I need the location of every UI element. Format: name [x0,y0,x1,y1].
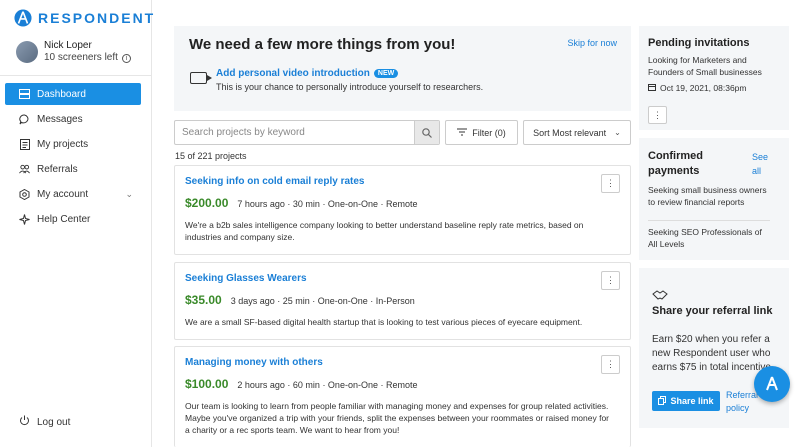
filter-icon [457,128,468,138]
sidebar-item-label: My projects [37,138,89,150]
info-icon[interactable]: i [121,53,131,63]
confirmed-payment-item[interactable]: Seeking SEO Professionals of All Levels [648,226,773,250]
referral-text: Earn $20 when you refer a new Respondent… [652,334,771,373]
project-meta: 7 hours ago · 30 min · One-on-One · Remo… [237,199,418,209]
share-link-button[interactable]: Share link [652,391,720,411]
video-intro-subtitle: This is your chance to personally introd… [216,82,484,92]
logout-label: Log out [37,416,71,428]
project-card[interactable]: Seeking info on cold email reply rates ⋮… [174,165,631,255]
calendar-icon [648,83,656,93]
project-title[interactable]: Seeking Glasses Wearers [185,273,307,284]
referral-title: Share your referral link [652,305,773,317]
project-description: We're a b2b sales intelligence company l… [185,220,584,242]
account-icon [19,188,30,200]
avatar [16,41,38,63]
sort-dropdown[interactable]: Sort Most relevant ⌄ [523,120,631,145]
sort-label: Sort Most relevant [533,127,607,138]
pending-date: Oct 19, 2021, 08:36pm [648,83,746,93]
filter-button[interactable]: Filter (0) [445,120,518,145]
skip-link[interactable]: Skip for now [567,38,617,48]
project-meta: 2 hours ago · 60 min · One-on-One · Remo… [237,380,418,390]
sidebar: RESPONDENT Nick Loper 10 screeners left … [0,0,155,447]
project-title[interactable]: Managing money with others [185,357,323,368]
respondent-logo-icon [766,376,778,391]
message-icon [19,113,30,125]
more-options-icon[interactable]: ⋮ [648,106,667,124]
search-bar [174,120,440,145]
help-icon [19,213,30,225]
sidebar-item-help-center[interactable]: Help Center [5,208,141,230]
chevron-down-icon: ⌄ [125,188,133,199]
sidebar-nav: Dashboard Messages My projects Referrals… [5,83,141,233]
respondent-logo-icon [14,9,32,27]
search-input[interactable] [175,121,414,144]
handshake-icon [652,289,668,304]
more-options-icon[interactable]: ⋮ [601,355,620,374]
more-options-icon[interactable]: ⋮ [601,271,620,290]
confirmed-payment-item[interactable]: Seeking small business owners to review … [648,184,773,208]
sidebar-item-label: Messages [37,113,83,125]
copy-icon [658,395,667,407]
project-card[interactable]: Seeking Glasses Wearers ⋮ $35.00 3 days … [174,262,631,340]
sidebar-item-my-account[interactable]: My account ⌄ [5,183,141,205]
user-name: Nick Loper [44,40,92,51]
project-meta: 3 days ago · 25 min · One-on-One · In-Pe… [230,296,415,306]
pending-date-text: Oct 19, 2021, 08:36pm [660,83,747,93]
logo-text: RESPONDENT [38,10,156,26]
project-price: $35.00 [185,293,222,307]
confirmed-title: Confirmed payments [648,150,703,177]
project-description: We are a small SF-based digital health s… [185,317,583,327]
project-price: $100.00 [185,377,229,391]
video-intro-link[interactable]: Add personal video introduction NEW [216,68,399,79]
new-badge: NEW [373,69,399,78]
chat-launcher-button[interactable] [754,366,790,402]
logout-button[interactable]: Log out [19,415,70,429]
see-all-link[interactable]: See all [752,150,772,178]
video-camera-icon [190,72,212,84]
sidebar-divider [0,75,151,76]
pending-title: Pending invitations [648,37,750,49]
banner-title: We need a few more things from you! [189,36,456,53]
sidebar-item-label: Dashboard [37,88,86,100]
sidebar-item-label: Help Center [37,213,91,225]
onboarding-banner: We need a few more things from you! Skip… [174,26,631,111]
project-title[interactable]: Seeking info on cold email reply rates [185,176,365,187]
chevron-down-icon: ⌄ [614,128,621,137]
referrals-icon [19,164,30,175]
sidebar-item-label: My account [37,188,89,200]
sidebar-item-label: Referrals [37,163,78,175]
project-price: $200.00 [185,196,229,210]
search-button[interactable] [414,121,439,144]
project-count: 15 of 221 projects [175,151,247,161]
user-profile[interactable]: Nick Loper 10 screeners left i [16,40,131,64]
project-card[interactable]: Managing money with others ⋮ $100.00 2 h… [174,346,631,447]
filter-label: Filter (0) [472,127,506,138]
sidebar-item-projects[interactable]: My projects [5,133,141,155]
share-link-label: Share link [670,396,714,406]
dashboard-icon [19,89,30,100]
logo[interactable]: RESPONDENT [14,9,155,27]
search-icon [422,127,432,138]
sidebar-item-dashboard[interactable]: Dashboard [5,83,141,105]
projects-icon [19,138,30,150]
sidebar-item-messages[interactable]: Messages [5,108,141,130]
video-intro-title: Add personal video introduction [216,68,370,79]
screeners-left: 10 screeners left [44,52,118,63]
confirmed-divider [648,220,770,221]
sidebar-item-referrals[interactable]: Referrals [5,158,141,180]
pending-invitation-text[interactable]: Looking for Marketers and Founders of Sm… [648,54,778,78]
project-description: Our team is looking to learn from people… [185,401,609,435]
power-icon [19,415,30,429]
more-options-icon[interactable]: ⋮ [601,174,620,193]
